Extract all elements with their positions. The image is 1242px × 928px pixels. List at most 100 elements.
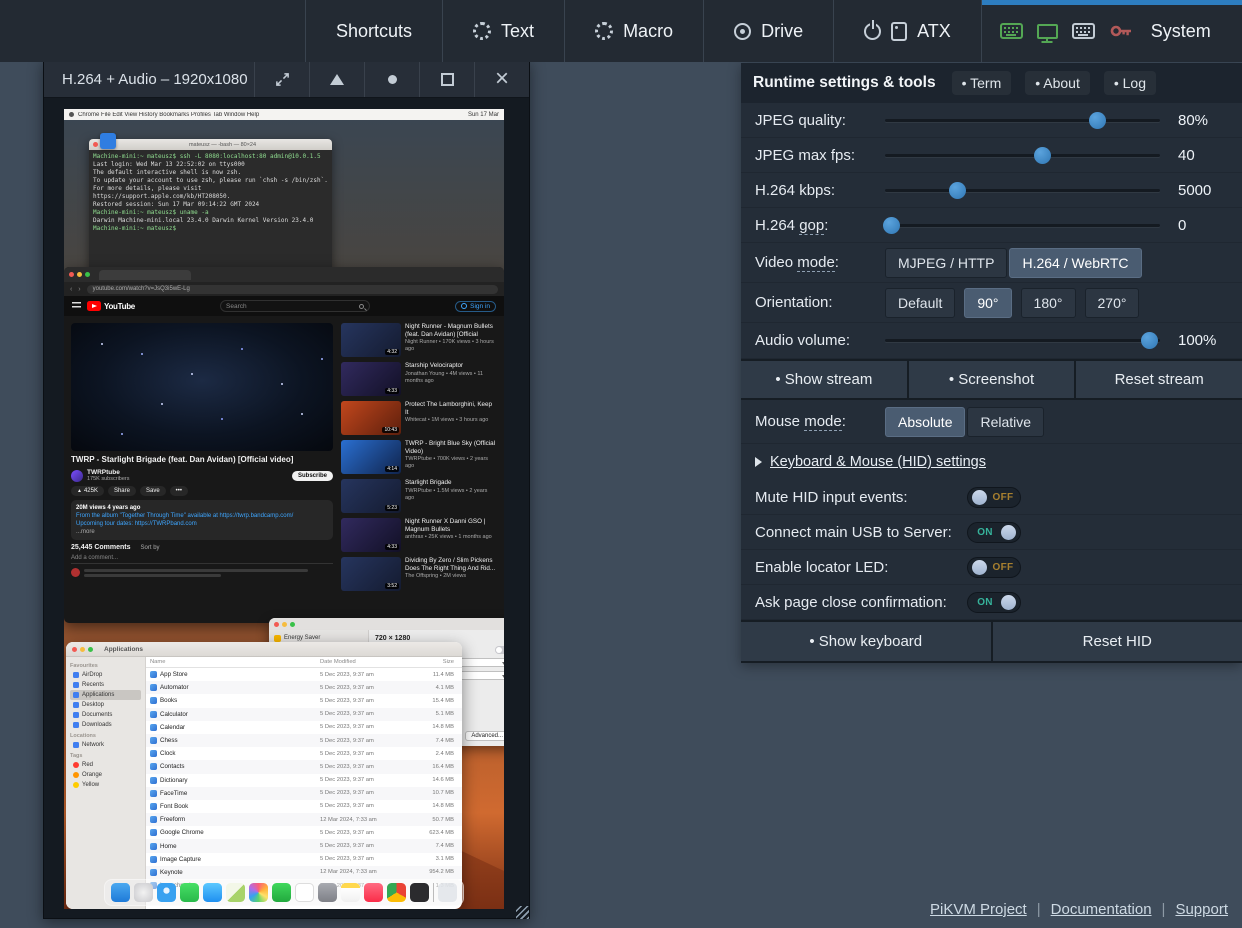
channel-avatar [71,470,83,482]
h264-gop-slider[interactable] [885,217,1160,234]
original-size-button[interactable] [364,61,419,97]
related-video-title: TWRP - Bright Blue Sky (Official Video) [405,440,497,455]
close-confirmation-toggle[interactable]: ON [967,592,1021,613]
h264-kbps-slider[interactable] [885,182,1160,199]
slider-knob[interactable] [883,217,900,234]
about-button[interactable]: • About [1025,71,1090,95]
reset-stream-button[interactable]: Reset stream [1076,361,1242,398]
mute-hid-row: Mute HID input events: OFF [741,480,1242,515]
channel-row: TWRPtube 175K subscribers Subscribe [71,469,333,482]
terminal-titlebar: mateusz — -bash — 80×24 [89,139,332,150]
stream-titlebar[interactable]: H.264 + Audio – 1920x1080 [44,61,529,98]
nav-item-atx[interactable]: ATX [833,0,981,62]
text-bar [84,574,221,577]
nav-item-macro[interactable]: Macro [564,0,703,62]
maximize-button[interactable] [419,61,474,97]
mouse-absolute-button[interactable]: Absolute [885,407,965,437]
footer-separator: | [1037,901,1041,918]
connect-usb-toggle[interactable]: ON [967,522,1021,543]
video-mode-h264-button[interactable]: H.264 / WebRTC [1009,248,1141,278]
locator-led-toggle[interactable]: OFF [967,557,1021,578]
video-stream[interactable]: Chrome File Edit View History Bookmarks … [64,109,504,909]
show-stream-button[interactable]: • Show stream [741,361,907,398]
audio-volume-slider[interactable] [885,332,1160,349]
settings-item-icon [274,635,281,642]
screenshot-button[interactable]: • Screenshot [909,361,1075,398]
pikvm-project-link[interactable]: PiKVM Project [930,901,1027,918]
related-videos-list: 4:32 Night Runner - Magnum Bullets (feat… [341,323,497,616]
locator-led-row: Enable locator LED: OFF [741,550,1242,585]
app-icon [150,750,157,757]
finder-tag-item: Yellow [70,780,141,790]
video-duration-badge: 10:43 [382,427,399,433]
tag-dot-icon [73,772,79,778]
video-mode-options: MJPEG / HTTP H.264 / WebRTC [885,248,1142,278]
file-row: FaceTime 5 Dec 2023, 9:37 am 10.7 MB [146,787,462,800]
orientation-270-button[interactable]: 270° [1085,288,1140,318]
video-thumbnail: 3:52 [341,557,401,591]
add-comment-field: Add a comment... [71,555,333,564]
video-duration-badge: 5:23 [385,505,399,511]
comments-header: 25,445 Comments Sort by [71,544,333,551]
mute-hid-toggle[interactable]: OFF [967,487,1021,508]
related-video-title: Starlight Brigade [405,479,497,487]
search-placeholder: Search [226,303,247,310]
close-button[interactable] [474,61,529,97]
file-date: 5 Dec 2023, 9:37 am [320,751,412,757]
documentation-link[interactable]: Documentation [1051,901,1152,918]
jpeg-quality-slider[interactable] [885,112,1160,129]
app-icon [150,803,157,810]
show-keyboard-button[interactable]: • Show keyboard [741,622,991,661]
mode-hint-link[interactable]: mode [797,254,835,272]
nav-item-shortcuts[interactable]: Shortcuts [305,0,442,62]
file-size: 7.4 MB [412,738,458,744]
locations-list: Network [70,740,141,750]
close-traffic-icon [72,647,77,652]
jpeg-max-fps-slider[interactable] [885,147,1160,164]
app-icon [150,843,157,850]
advanced-button: Advanced... [465,731,504,741]
fit-window-button[interactable] [309,61,364,97]
slider-knob[interactable] [1141,332,1158,349]
reset-hid-button[interactable]: Reset HID [993,622,1242,661]
dock-icon [111,883,130,902]
gop-hint-link[interactable]: gop [799,217,824,235]
support-link[interactable]: Support [1175,901,1228,918]
nav-item-drive[interactable]: Drive [703,0,833,62]
video-mode-row: Video mode: MJPEG / HTTP H.264 / WebRTC [741,243,1242,283]
nav-item-text[interactable]: Text [442,0,564,62]
remote-menubar: Chrome File Edit View History Bookmarks … [64,109,504,120]
window-resize-handle[interactable] [516,906,529,919]
subscribe-button: Subscribe [292,471,333,481]
folder-icon [73,702,79,708]
dock-icon [364,883,383,902]
favourites-list: AirDrop Recents Applications [70,670,141,730]
orientation-default-button[interactable]: Default [885,288,955,318]
orientation-180-button[interactable]: 180° [1021,288,1076,318]
fullscreen-button[interactable] [254,61,309,97]
orientation-options: Default 90° 180° 270° [885,288,1139,318]
triangle-icon [330,74,344,85]
hid-settings-link[interactable]: Keyboard & Mouse (HID) settings [770,454,986,470]
video-thumbnail: 4:14 [341,440,401,474]
app-icon [150,856,157,863]
jpeg-max-fps-row: JPEG max fps: 40 [741,138,1242,173]
file-date: 5 Dec 2023, 9:37 am [320,724,412,730]
slider-knob[interactable] [1034,147,1051,164]
browser-address-bar: ‹ › youtube.com/watch?v=JsQ3i5wE-Lg [64,282,504,296]
slider-knob[interactable] [949,182,966,199]
sidebar-item-label: Applications [82,692,114,698]
orientation-90-button[interactable]: 90° [964,288,1011,318]
term-button[interactable]: • Term [952,71,1012,95]
log-button[interactable]: • Log [1104,71,1156,95]
slider-knob[interactable] [1089,112,1106,129]
dot-icon [388,75,397,84]
video-mode-mjpeg-button[interactable]: MJPEG / HTTP [885,248,1007,278]
action-pill: Save [140,486,166,496]
nav-item-system[interactable]: System [981,0,1242,62]
video-mode-label: Video [755,254,797,271]
mouse-relative-button[interactable]: Relative [967,407,1044,437]
toggle-knob [972,490,987,505]
mode-hint-link[interactable]: mode [804,413,842,431]
minimize-traffic-icon [80,647,85,652]
